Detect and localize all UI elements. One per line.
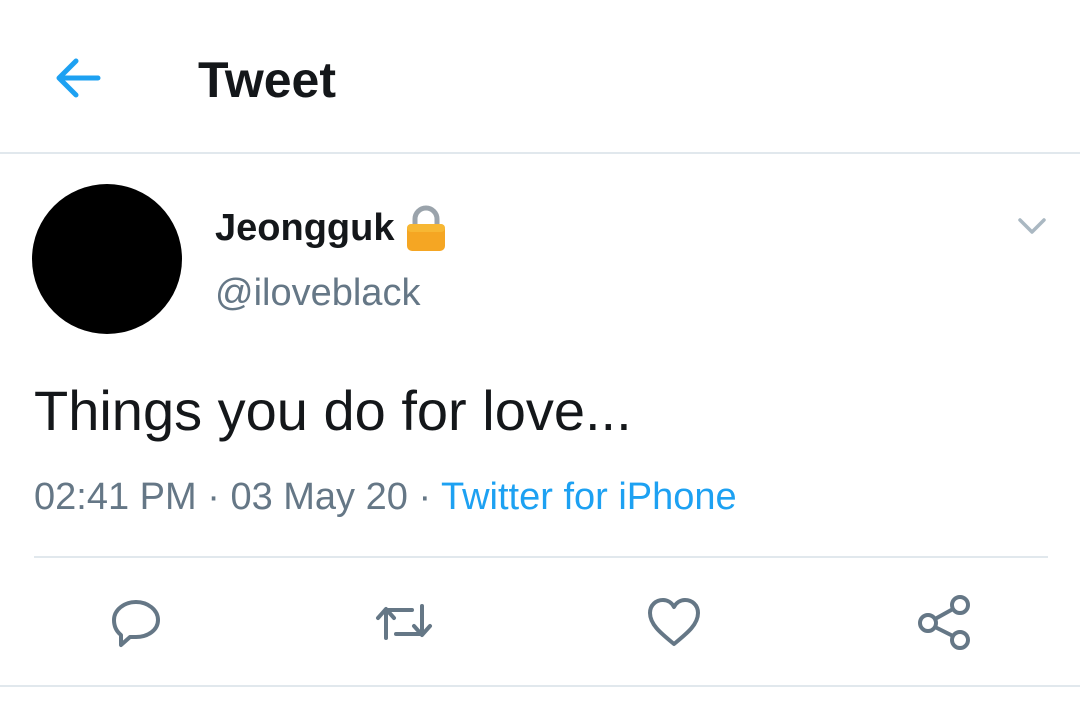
tweet-source-link[interactable]: Twitter for iPhone (441, 476, 737, 518)
reply-icon (112, 600, 160, 647)
divider (0, 685, 1080, 687)
author-handle[interactable]: @iloveblack (215, 270, 420, 316)
tweet-actions (0, 590, 1080, 654)
lock-icon (404, 204, 448, 252)
meta-separator: · (207, 476, 220, 518)
share-button[interactable] (912, 590, 976, 654)
tweet-text: Things you do for love... (34, 379, 632, 442)
tweet-menu-button[interactable] (1012, 208, 1052, 244)
page-title: Tweet (198, 52, 336, 108)
heart-icon (648, 598, 700, 646)
divider (34, 556, 1048, 558)
chevron-down-icon (1018, 218, 1046, 234)
tweet-time: 02:41 PM (34, 476, 197, 518)
author-display-name[interactable]: Jeongguk (215, 206, 394, 250)
tweet-date: 03 May 20 (230, 476, 408, 518)
retweet-button[interactable] (372, 590, 436, 654)
back-button[interactable] (48, 48, 108, 108)
retweet-icon (376, 604, 432, 640)
author-name-row[interactable]: Jeongguk (215, 200, 448, 256)
meta-separator: · (418, 476, 432, 518)
like-button[interactable] (642, 590, 706, 654)
avatar[interactable] (32, 184, 182, 334)
arrow-left-icon (56, 58, 101, 98)
app-header: Tweet (0, 0, 1080, 154)
reply-button[interactable] (104, 590, 168, 654)
tweet-meta: 02:41 PM · 03 May 20 · Twitter for iPhon… (34, 474, 737, 520)
share-icon (918, 595, 970, 650)
